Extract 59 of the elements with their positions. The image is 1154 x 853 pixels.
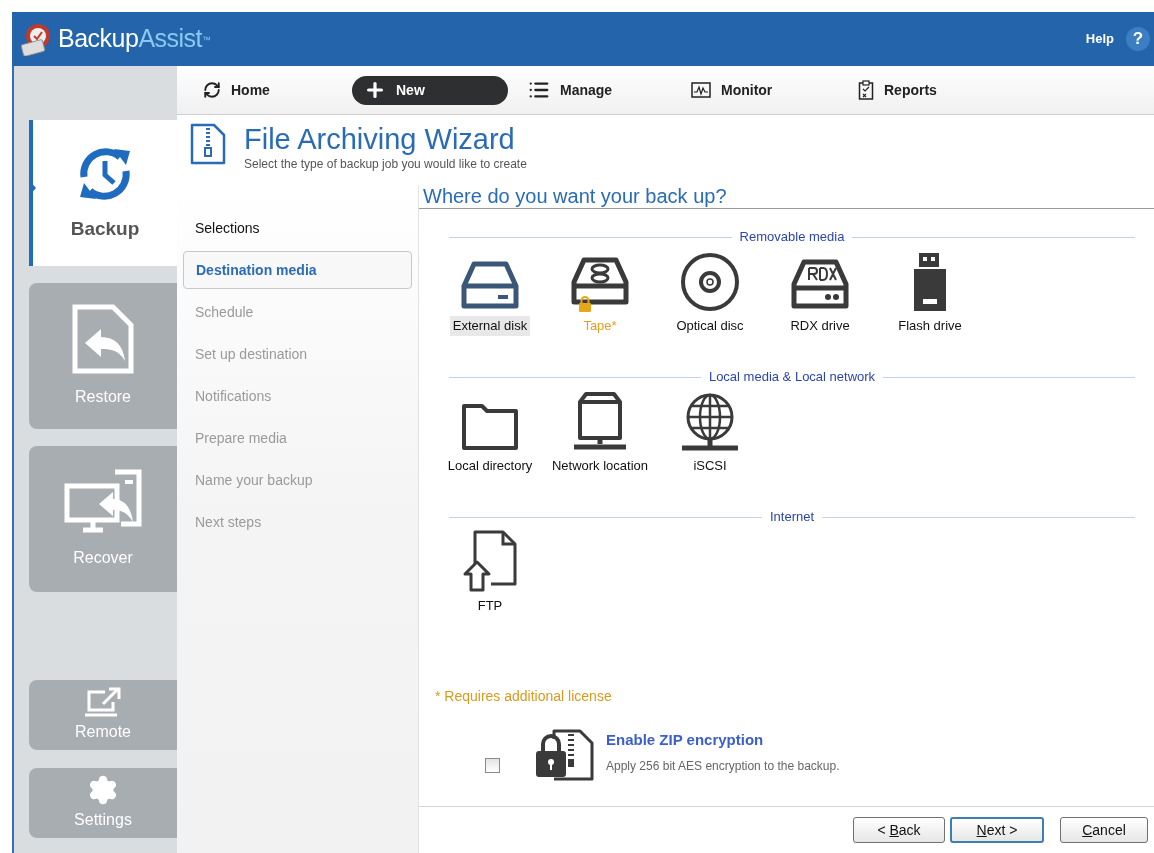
media-option-label: Network location [550, 457, 650, 475]
media-option-label: Local directory [446, 457, 534, 475]
nav-tab[interactable]: Manage [528, 79, 613, 101]
dialog-button[interactable]: Next > [950, 817, 1044, 843]
license-note: * Requires additional license [435, 687, 613, 706]
list-icon [528, 79, 550, 101]
media-option-label: External disk [449, 316, 531, 336]
wizard-step[interactable]: Selections [183, 209, 412, 247]
section-title: Removable media [739, 228, 845, 247]
dialog-button[interactable]: < Back [853, 817, 945, 843]
dialog-button[interactable]: Cancel [1060, 817, 1148, 843]
media-option[interactable]: FTP [435, 530, 545, 616]
flash-drive-icon [912, 252, 948, 312]
nav-tab[interactable]: Reports [858, 79, 937, 101]
media-option[interactable]: Flash drive [875, 250, 985, 336]
media-option[interactable]: iSCSI [655, 390, 765, 476]
clipboard-icon [858, 80, 874, 100]
media-option-label: FTP [476, 597, 504, 615]
media-option[interactable]: RDX drive [765, 250, 875, 336]
wizard-step[interactable]: Destination media [183, 251, 412, 289]
rdx-drive-icon [790, 258, 850, 312]
refresh-icon [203, 81, 221, 99]
monitor-return-arrow-icon [63, 468, 143, 536]
nav-tab[interactable]: New [352, 75, 508, 105]
zip-checkbox[interactable] [485, 757, 500, 773]
globe-network-icon [680, 392, 740, 452]
padlock-zip-file-icon [534, 729, 594, 781]
zip-file-icon [190, 123, 226, 165]
laptop-arrow-icon [83, 686, 123, 718]
question-heading: Where do you want your back up? [419, 185, 1154, 209]
nav-tab[interactable]: Monitor [691, 79, 773, 101]
file-return-arrow-icon [71, 303, 135, 375]
media-option[interactable]: Network location [545, 390, 655, 476]
section-title: Local media & Local network [708, 368, 876, 387]
media-option-label: Flash drive [897, 317, 963, 335]
zip-title: Enable ZIP encryption [606, 729, 765, 750]
media-option-label: RDX drive [789, 317, 851, 335]
sidebar-tab[interactable]: Backup [29, 120, 177, 266]
nav-tab[interactable]: Home [203, 79, 270, 101]
help-link[interactable]: Help [1085, 29, 1114, 49]
media-option-label: iSCSI [692, 457, 728, 475]
pulse-monitor-icon [691, 82, 711, 98]
section-title: Internet [769, 508, 815, 527]
media-option[interactable]: External disk [435, 250, 545, 336]
file-upload-icon [461, 530, 519, 592]
media-option[interactable]: Optical disc [655, 250, 765, 336]
network-drive-icon [572, 392, 628, 452]
wizard-title: File Archiving Wizard [244, 123, 516, 155]
zip-description: Apply 256 bit AES encryption to the backup. [606, 758, 840, 776]
media-option-label: Optical disc [675, 317, 745, 335]
help-button[interactable]: ? [1126, 27, 1150, 51]
optical-disc-icon [680, 252, 740, 312]
padlock-icon [578, 296, 592, 312]
media-option[interactable]: Local directory [435, 390, 545, 476]
app-logo-text: BackupAssist$^{™}$ [58, 23, 211, 55]
external-disk-icon [460, 260, 520, 312]
wizard-subtitle: Select the type of backup job you would like to create [244, 156, 527, 173]
plus-icon [364, 79, 386, 101]
media-option-label: Tape* [582, 317, 618, 335]
